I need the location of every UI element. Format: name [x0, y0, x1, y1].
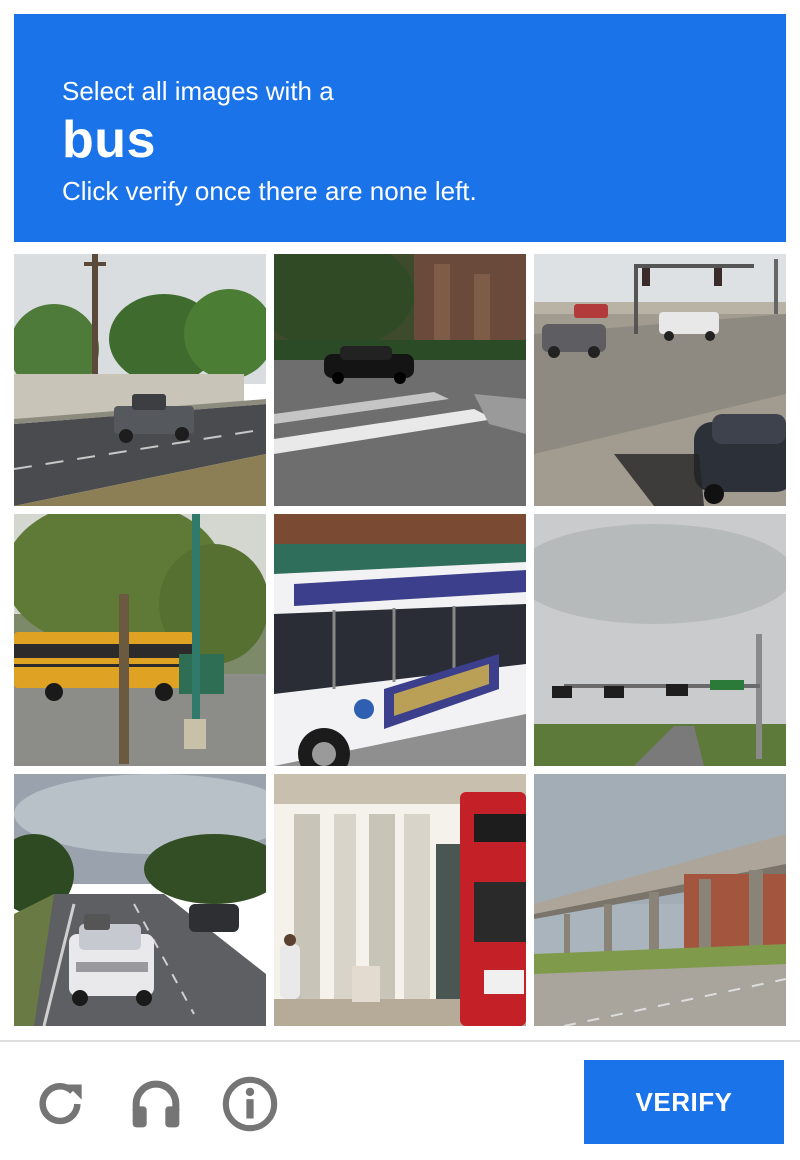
tile-1-image: [14, 254, 266, 506]
audio-challenge-button[interactable]: [124, 1072, 188, 1136]
image-grid: [14, 254, 786, 1026]
target-object-label: bus: [62, 111, 156, 169]
challenge-header: Select all images with a bus Click verif…: [14, 14, 786, 242]
reload-button[interactable]: [28, 1072, 92, 1136]
instruction-subtext: Click verify once there are none left.: [62, 176, 477, 206]
tile-3-image: [534, 254, 786, 506]
tile-5-image: [274, 514, 526, 766]
image-tile-7[interactable]: [14, 774, 266, 1026]
image-tile-2[interactable]: [274, 254, 526, 506]
info-icon: [222, 1076, 278, 1132]
image-tile-9[interactable]: [534, 774, 786, 1026]
footer-divider: [0, 1040, 800, 1042]
image-tile-4[interactable]: [14, 514, 266, 766]
tile-4-image: [14, 514, 266, 766]
image-tile-8[interactable]: [274, 774, 526, 1026]
image-tile-3[interactable]: [534, 254, 786, 506]
reload-icon: [39, 1083, 82, 1125]
tile-2-image: [274, 254, 526, 506]
image-tile-6[interactable]: [534, 514, 786, 766]
image-tile-1[interactable]: [14, 254, 266, 506]
tile-7-image: [14, 774, 266, 1026]
headphones-icon: [132, 1080, 180, 1128]
verify-button[interactable]: VERIFY: [584, 1060, 784, 1144]
image-tile-5[interactable]: [274, 514, 526, 766]
tile-6-image: [534, 514, 786, 766]
info-button[interactable]: [218, 1072, 282, 1136]
tile-8-image: [274, 774, 526, 1026]
instruction-text: Select all images with a: [62, 76, 334, 106]
tile-9-image: [534, 774, 786, 1026]
